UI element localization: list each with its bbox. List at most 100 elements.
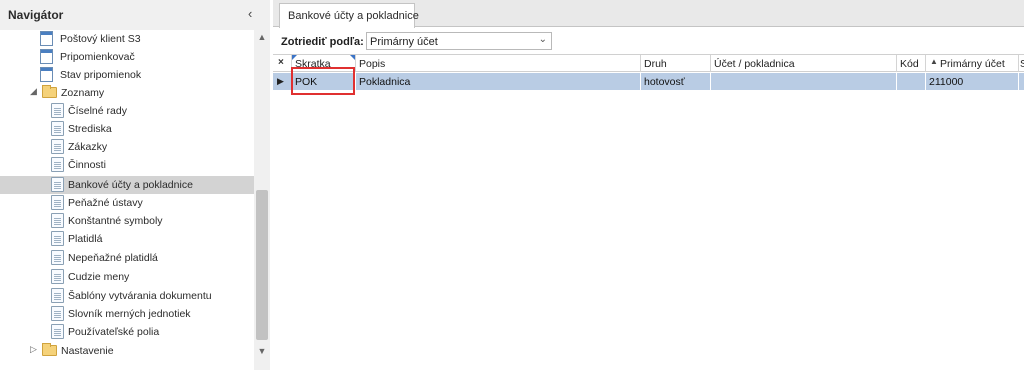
scroll-down-icon[interactable]: ▼ [254,344,270,358]
tree-item-sablony[interactable]: Šablóny vytvárania dokumentu [0,287,254,305]
document-icon [51,121,64,136]
column-header-s[interactable]: S [1019,55,1024,72]
chevron-down-icon[interactable]: ⌄ [539,34,547,45]
column-header-label: Popis [359,58,386,70]
tab-bankove-ucty[interactable]: Bankové účty a pokladnice [279,3,419,28]
tree-item-label: Zákazky [68,141,108,153]
navigator-tree: Poštový klient S3 Pripomienkovač Stav pr… [0,30,254,370]
column-header-popis[interactable]: Popis [356,55,641,72]
column-header-label: Druh [644,58,667,70]
form-icon [40,49,53,64]
tab-label: Bankové účty a pokladnice [288,10,419,22]
tree-item-label: Šablóny vytvárania dokumentu [68,290,212,302]
tree-item-zoznamy[interactable]: ◢ Zoznamy [0,84,254,102]
tree-item-penazne-ustavy[interactable]: Peňažné ústavy [0,194,254,212]
tree-item-label: Strediska [68,123,112,135]
row-pointer-icon: ▶ [277,76,284,86]
navigator-header: Navigátor ‹ [0,0,270,30]
navigator-panel: Navigátor ‹ Poštový klient S3 Pripomienk… [0,0,270,370]
document-icon [51,324,64,339]
tree-item-label: Poštový klient S3 [60,33,141,45]
document-icon [51,250,64,265]
filter-icon [350,55,355,60]
document-icon [51,231,64,246]
cell-kod[interactable] [897,73,926,90]
cell-value: Pokladnica [359,76,411,88]
tree-item-label: Používateľské polia [68,326,160,338]
document-icon [51,306,64,321]
document-icon [51,195,64,210]
folder-icon [42,85,57,98]
scroll-up-icon[interactable]: ▲ [254,30,270,44]
cell-value: 211000 [929,76,964,88]
tree-item-slovnik-mernych-jednotiek[interactable]: Slovník merných jednotiek [0,305,254,323]
tree-item-nastavenie[interactable]: ▷ Nastavenie [0,342,254,360]
tree-item-ciselne-rady[interactable]: Číselné rady [0,102,254,120]
clear-filter-button[interactable]: × [273,55,292,72]
data-grid: × Skratka Popis Druh Účet / pokladnica K… [273,54,1024,370]
cell-ucet-pokladnica[interactable] [711,73,897,90]
tree-item-strediska[interactable]: Strediska [0,120,254,138]
tree-item-label: Konštantné symboly [68,215,163,227]
column-header-label: Primárny účet [940,58,1005,70]
tree-item-label: Nepeňažné platidlá [68,252,158,264]
form-icon [40,31,53,46]
tree-item-platidla[interactable]: Platidlá [0,230,254,248]
tree-item-nepenazne-platidla[interactable]: Nepeňažné platidlá [0,249,254,267]
tree-item-cinnosti[interactable]: Činnosti [0,156,254,174]
document-icon [51,269,64,284]
tree-item-label: Zoznamy [61,87,105,99]
cell-value: hotovosť [644,76,685,88]
tree-item-label: Číselné rady [68,105,127,117]
tree-item-label: Cudzie meny [68,271,130,283]
tree-item-label: Slovník merných jednotiek [68,308,191,320]
table-row[interactable]: ▶ POK Pokladnica hotovosť 211000 [273,73,1024,90]
tree-item-pripomienkovac[interactable]: Pripomienkovač [0,48,254,66]
tree-item-label: Peňažné ústavy [68,197,143,209]
expand-arrow-icon[interactable]: ◢ [30,86,37,97]
highlight-annotation-box [291,67,355,95]
form-icon [40,67,53,82]
column-header-ucet-pokladnica[interactable]: Účet / pokladnica [711,55,897,72]
cell-primarny-ucet[interactable]: 211000 [926,73,1019,90]
navigator-scrollbar[interactable]: ▲ ▼ [254,30,270,370]
tree-item-cudzie-meny[interactable]: Cudzie meny [0,268,254,286]
document-icon [51,103,64,118]
tree-item-pouzivatelske-polia[interactable]: Používateľské polia [0,323,254,341]
main-area: Bankové účty a pokladnice Zotriediť podľ… [273,0,1024,370]
column-header-primarny-ucet[interactable]: ▲ Primárny účet [926,55,1019,72]
column-header-label: S [1020,58,1024,70]
sort-bar: Zotriediť podľa: Primárny účet ⌄ [273,28,1024,54]
tree-item-label: Stav pripomienok [60,69,142,81]
tree-item-label: Pripomienkovač [60,51,135,63]
cell-druh[interactable]: hotovosť [641,73,711,90]
tree-item-label: Činnosti [68,159,106,171]
sort-dropdown[interactable]: Primárny účet ⌄ [366,32,552,50]
grid-header: × Skratka Popis Druh Účet / pokladnica K… [273,55,1024,72]
close-icon: × [278,57,284,68]
tree-item-postovy-klient[interactable]: Poštový klient S3 [0,30,254,48]
tree-item-label: Platidlá [68,233,103,245]
document-icon [51,213,64,228]
row-indicator-cell: ▶ [273,73,292,90]
tree-item-label: Nastavenie [61,345,114,357]
cell-s[interactable] [1019,73,1024,90]
column-header-label: Kód [900,58,919,70]
tree-item-konstantne-symboly[interactable]: Konštantné symboly [0,212,254,230]
sort-selected-value: Primárny účet [370,36,438,48]
document-icon [51,288,64,303]
expand-arrow-icon[interactable]: ▷ [30,344,37,355]
sort-ascending-icon: ▲ [930,57,938,66]
chevron-left-icon[interactable]: ‹ [248,6,252,21]
folder-icon [42,343,57,356]
tree-item-bankove-ucty[interactable]: Bankové účty a pokladnice [0,176,254,194]
tree-item-label: Bankové účty a pokladnice [68,179,193,191]
tree-item-stav-pripomienok[interactable]: Stav pripomienok [0,66,254,84]
column-header-kod[interactable]: Kód [897,55,926,72]
tree-item-zakazky[interactable]: Zákazky [0,138,254,156]
column-header-druh[interactable]: Druh [641,55,711,72]
scrollbar-thumb[interactable] [256,190,268,340]
column-header-label: Účet / pokladnica [714,58,795,70]
document-icon [51,157,64,172]
cell-popis[interactable]: Pokladnica [356,73,641,90]
